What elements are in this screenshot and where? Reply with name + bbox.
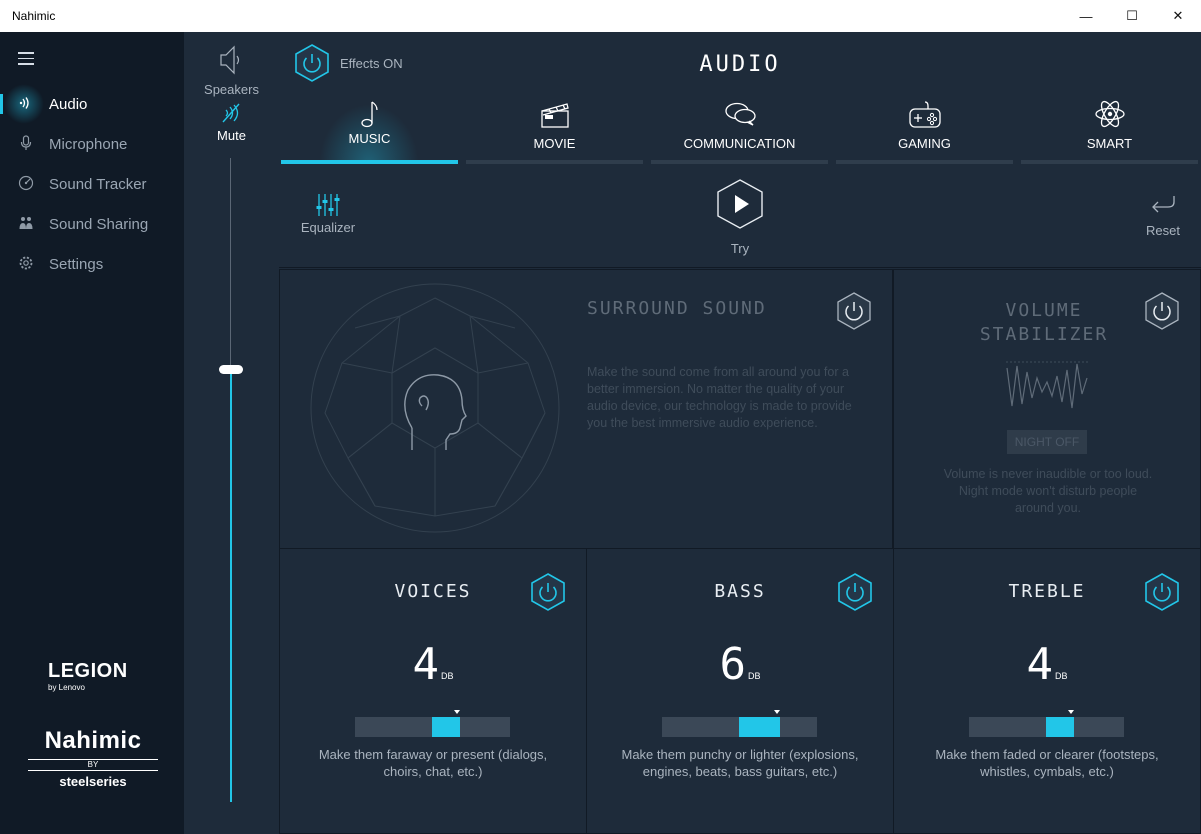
mute-button[interactable]: Mute	[184, 128, 279, 143]
audio-wave-icon	[16, 96, 36, 113]
page-title: AUDIO	[699, 52, 781, 77]
treble-panel: TREBLE 4 DB Make them faded or clearer (f…	[893, 548, 1201, 834]
hamburger-menu-icon[interactable]	[18, 52, 34, 69]
volume-panel: Speakers Mute	[184, 32, 279, 834]
mute-icon[interactable]	[220, 102, 242, 124]
sphere-head-illustration	[310, 283, 560, 533]
maximize-icon: ☐	[1126, 8, 1138, 23]
sidebar: Audio Microphone Sound Tracker Sound Sha…	[0, 32, 184, 834]
sidebar-item-sound-tracker[interactable]: Sound Tracker	[0, 166, 184, 202]
sound-tracker-icon	[16, 175, 36, 194]
try-label: Try	[730, 241, 750, 256]
speaker-icon[interactable]	[218, 44, 242, 76]
close-icon: ✕	[1172, 8, 1184, 23]
voices-value: 4 DB	[412, 639, 454, 690]
bass-description: Make them punchy or lighter (explosions,…	[621, 747, 859, 779]
volume-track-filled[interactable]	[230, 372, 232, 802]
tab-bar: MUSIC MOVIE COMMUNICATION GAMING SMART	[279, 94, 1201, 164]
settings-gear-icon	[16, 255, 36, 274]
equalizer-label: Equalizer	[300, 220, 356, 235]
sidebar-item-label: Audio	[49, 95, 88, 113]
tab-music[interactable]: MUSIC	[279, 94, 460, 164]
waveform-icon	[1006, 361, 1088, 409]
equalizer-icon	[299, 192, 357, 218]
voices-description: Make them faraway or present (dialogs, c…	[318, 747, 548, 779]
bass-value: 6 DB	[719, 639, 761, 690]
gamepad-icon	[834, 98, 1015, 130]
music-note-icon	[279, 98, 460, 130]
surround-sound-title: SURROUND SOUND	[587, 298, 767, 319]
try-button[interactable]: Try	[715, 178, 765, 256]
volume-stabilizer-description: Volume is never inaudible or too loud. N…	[943, 467, 1153, 515]
toolbar: Equalizer Try Reset	[279, 164, 1201, 268]
sidebar-item-sound-sharing[interactable]: Sound Sharing	[0, 206, 184, 242]
equalizer-button[interactable]: Equalizer	[299, 192, 357, 235]
tab-gaming[interactable]: GAMING	[834, 94, 1015, 164]
minimize-button[interactable]: —	[1063, 0, 1109, 32]
volume-track[interactable]	[230, 158, 231, 370]
close-button[interactable]: ✕	[1155, 0, 1201, 32]
sidebar-item-microphone[interactable]: Microphone	[0, 126, 184, 162]
bass-panel: BASS 6 DB Make them punchy or lighter (ex…	[586, 548, 894, 834]
surround-sound-description: Make the sound come from all around you …	[587, 365, 852, 430]
voices-power-button[interactable]	[530, 573, 566, 611]
title-bar: Nahimic — ☐ ✕	[0, 0, 1201, 32]
voices-slider-thumb[interactable]	[432, 717, 460, 737]
sidebar-item-label: Microphone	[49, 135, 128, 153]
sidebar-item-label: Sound Sharing	[49, 215, 149, 233]
sidebar-item-label: Settings	[49, 255, 104, 273]
treble-slider[interactable]	[969, 710, 1124, 737]
stabilizer-power-button[interactable]	[1144, 292, 1180, 330]
bass-slider[interactable]	[662, 710, 817, 737]
play-icon	[717, 179, 763, 229]
clapperboard-icon	[464, 98, 645, 130]
legion-logo: LEGION by Lenovo	[48, 660, 128, 692]
bass-slider-thumb[interactable]	[739, 717, 780, 737]
default-marker	[774, 710, 780, 714]
treble-description: Make them faded or clearer (footsteps, w…	[935, 747, 1159, 779]
reset-label: Reset	[1146, 223, 1180, 238]
microphone-icon	[16, 134, 36, 154]
tab-movie[interactable]: MOVIE	[464, 94, 645, 164]
default-marker	[1068, 710, 1074, 714]
volume-slider-thumb[interactable]	[219, 365, 243, 374]
device-label: Speakers	[204, 82, 259, 97]
minimize-icon: —	[1079, 8, 1093, 24]
maximize-button[interactable]: ☐	[1109, 0, 1155, 32]
main-content: Effects ON AUDIO MUSIC MOVIE COMMUNICATI…	[279, 32, 1201, 834]
reset-button[interactable]: Reset	[1141, 194, 1185, 238]
surround-sound-panel: SURROUND SOUND Make the sound come from …	[279, 269, 893, 549]
sidebar-item-audio[interactable]: Audio	[0, 86, 184, 122]
bass-power-button[interactable]	[837, 573, 873, 611]
sidebar-item-settings[interactable]: Settings	[0, 246, 184, 282]
window-title: Nahimic	[12, 9, 56, 23]
atom-icon	[1019, 98, 1200, 130]
sidebar-item-label: Sound Tracker	[49, 175, 147, 193]
reset-arrow-icon	[1152, 196, 1175, 213]
night-mode-toggle[interactable]: NIGHT OFF	[1007, 430, 1087, 454]
volume-stabilizer-panel: VOLUME STABILIZER NIGHT OFF Volume is ne…	[893, 269, 1201, 549]
treble-power-button[interactable]	[1144, 573, 1180, 611]
treble-value: 4 DB	[1026, 639, 1068, 690]
voices-panel: VOICES 4 DB Make them faraway or present …	[279, 548, 587, 834]
sound-sharing-icon	[16, 215, 36, 234]
tab-communication[interactable]: COMMUNICATION	[649, 94, 830, 164]
surround-power-button[interactable]	[836, 292, 872, 330]
default-marker	[454, 710, 460, 714]
voices-slider[interactable]	[355, 710, 510, 737]
treble-slider-thumb[interactable]	[1046, 717, 1074, 737]
chat-bubbles-icon	[649, 98, 830, 130]
nahimic-logo: Nahimic BY steelseries	[28, 727, 158, 789]
tab-smart[interactable]: SMART	[1019, 94, 1200, 164]
